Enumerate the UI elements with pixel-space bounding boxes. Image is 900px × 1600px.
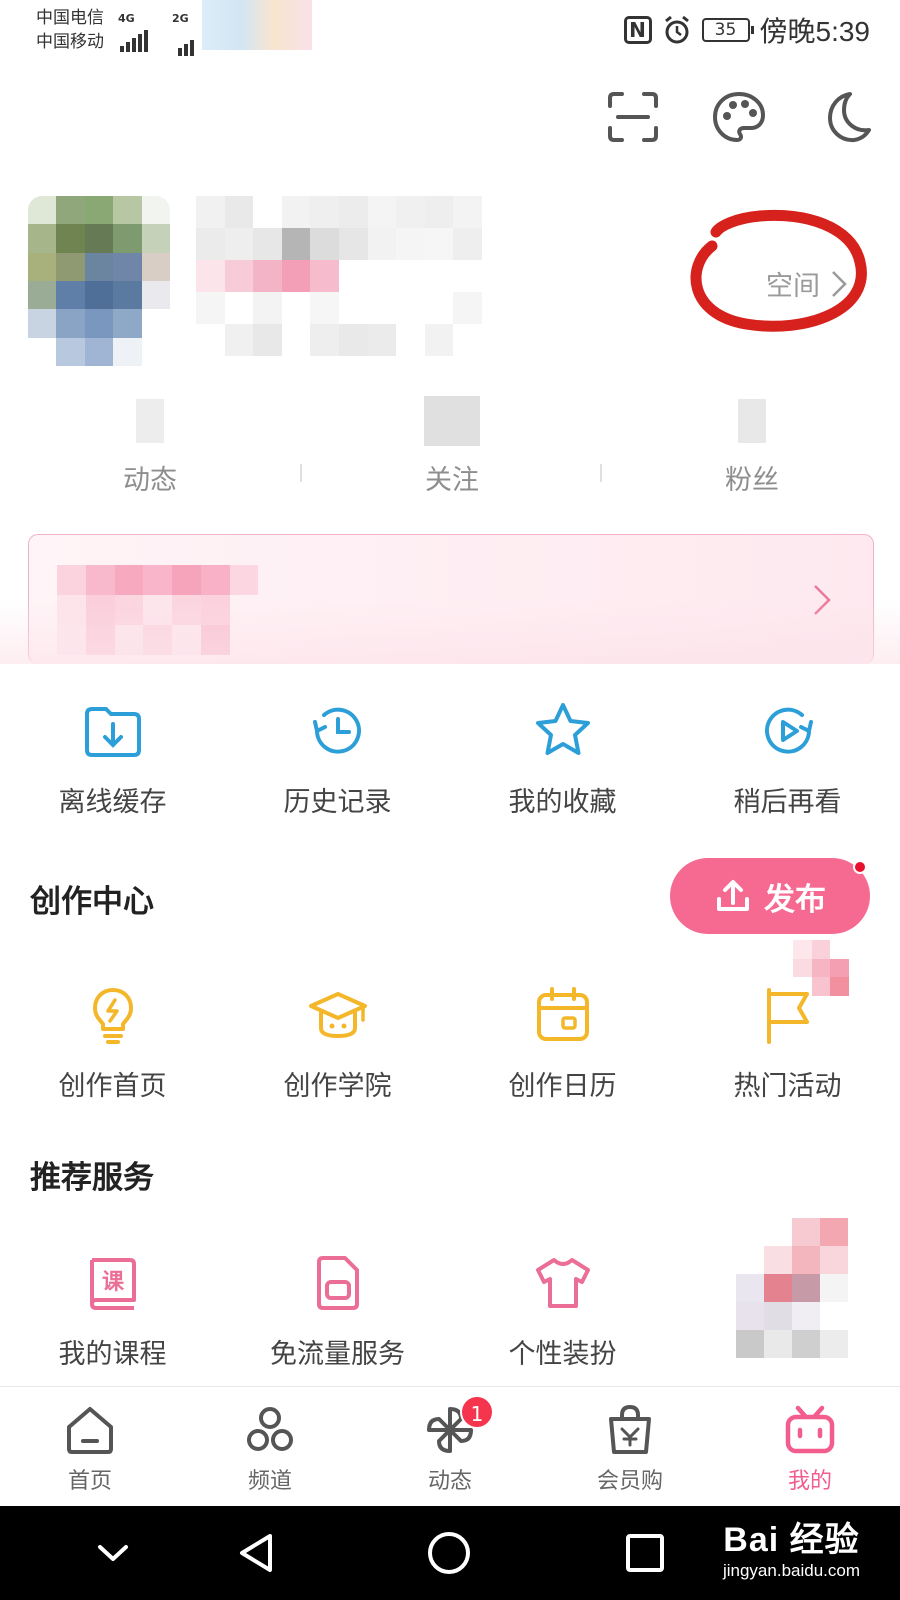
- shopping-bag-icon: [609, 1404, 651, 1454]
- notification-badge: 1: [460, 1395, 494, 1429]
- course-glyph: 课: [101, 1270, 124, 1295]
- publish-button[interactable]: 发布: [670, 858, 870, 934]
- stat-label: 关注: [425, 465, 479, 496]
- favorites-button[interactable]: 我的收藏: [450, 700, 675, 819]
- status-bar: 中国电信 中国移动 4G 2G N 35 傍晚5:39: [0, 0, 900, 62]
- my-courses-button[interactable]: 课 我的课程: [0, 1252, 225, 1371]
- star-icon: [535, 703, 590, 755]
- action-label: 稍后再看: [733, 787, 842, 818]
- battery-icon: 35: [701, 18, 754, 42]
- lightbulb-icon: [92, 988, 133, 1044]
- creation-home-button[interactable]: 创作首页: [0, 984, 225, 1103]
- services-title: 推荐服务: [30, 1160, 154, 1196]
- personal-dressup-button[interactable]: 个性装扮: [450, 1252, 675, 1371]
- stat-following[interactable]: 关注: [352, 392, 552, 497]
- history-button[interactable]: 历史记录: [225, 700, 450, 819]
- chevron-down-icon[interactable]: [88, 1528, 138, 1578]
- service-label: 个性装扮: [508, 1339, 617, 1370]
- service-label: 我的课程: [58, 1339, 167, 1370]
- data-free-service-button[interactable]: 免流量服务: [225, 1252, 450, 1371]
- offline-cache-button[interactable]: 离线缓存: [0, 700, 225, 819]
- creation-calendar-button[interactable]: 创作日历: [450, 984, 675, 1103]
- banner-fade: [0, 600, 900, 664]
- graduation-cap-icon: [308, 992, 367, 1039]
- stat-dynamics[interactable]: 动态: [50, 392, 250, 497]
- avatar[interactable]: [28, 196, 170, 366]
- watermark-logo-text: Bai 经验: [723, 1521, 860, 1559]
- nfc-icon: N: [623, 16, 652, 44]
- creation-label: 创作首页: [58, 1071, 167, 1102]
- course-book-icon: 课: [89, 1258, 136, 1310]
- annotation-circle: [690, 209, 867, 332]
- alarm-icon: [664, 15, 689, 44]
- tv-mascot-icon: [785, 1405, 835, 1454]
- tab-label: 动态: [427, 1469, 472, 1494]
- back-icon[interactable]: [232, 1528, 282, 1578]
- carrier-info: 中国电信 中国移动: [36, 6, 104, 54]
- recents-icon[interactable]: [620, 1528, 670, 1578]
- moon-icon[interactable]: [816, 88, 874, 146]
- home-circle-icon[interactable]: [424, 1528, 474, 1578]
- tab-vip-shop[interactable]: 会员购: [540, 1387, 720, 1506]
- tab-label: 我的: [787, 1469, 832, 1494]
- tshirt-icon: [535, 1258, 590, 1308]
- action-label: 我的收藏: [508, 787, 617, 818]
- flag-icon: [766, 988, 809, 1044]
- bottom-tab-bar: 首页 频道 1 动态 会员购 我的: [0, 1386, 900, 1506]
- network-type-2: 2G: [172, 12, 189, 25]
- stat-fans[interactable]: 粉丝: [652, 392, 852, 497]
- creation-academy-button[interactable]: 创作学院: [225, 984, 450, 1103]
- watch-later-button[interactable]: 稍后再看: [675, 700, 900, 819]
- action-label: 历史记录: [283, 787, 392, 818]
- action-label: 离线缓存: [58, 787, 167, 818]
- tab-label: 频道: [247, 1469, 292, 1494]
- scan-icon[interactable]: [604, 88, 662, 146]
- creation-label: 创作日历: [508, 1071, 617, 1102]
- hot-events-button[interactable]: 热门活动: [675, 984, 900, 1103]
- signal-strength-icon: [120, 22, 148, 52]
- palette-icon[interactable]: [710, 88, 768, 146]
- notification-dot: [853, 860, 867, 874]
- upload-icon: [717, 880, 749, 911]
- publish-label: 发布: [764, 881, 826, 918]
- tab-channels[interactable]: 频道: [180, 1387, 360, 1506]
- redacted-status-area: [202, 0, 312, 50]
- service-label: 免流量服务: [270, 1339, 405, 1370]
- tab-label: 首页: [67, 1469, 112, 1494]
- stat-label: 动态: [123, 465, 177, 496]
- creation-label: 创作学院: [283, 1071, 392, 1102]
- home-icon: [67, 1407, 113, 1454]
- stat-label: 粉丝: [725, 465, 779, 496]
- tab-dynamics[interactable]: 1 动态: [360, 1387, 540, 1506]
- redacted-service-tile: [736, 1218, 848, 1358]
- signal-strength-icon-2: [178, 26, 194, 56]
- history-clock-icon: [312, 707, 361, 754]
- creation-row: 创作首页 创作学院 创作日历 热门活动: [0, 984, 900, 1103]
- tab-home[interactable]: 首页: [0, 1387, 180, 1506]
- watermark-url: jingyan.baidu.com: [722, 1561, 860, 1580]
- stat-divider: [300, 464, 302, 482]
- channels-icon: [247, 1407, 293, 1451]
- tab-label: 会员购: [596, 1469, 663, 1494]
- download-folder-icon: [84, 707, 141, 757]
- sim-card-icon: [316, 1256, 359, 1310]
- clock: 傍晚5:39: [759, 16, 871, 47]
- carrier-1: 中国电信: [36, 8, 104, 28]
- stat-divider: [600, 464, 602, 482]
- carrier-2: 中国移动: [36, 32, 104, 52]
- watch-later-icon: [764, 707, 813, 754]
- creation-label: 热门活动: [733, 1071, 842, 1102]
- baidu-jingyan-watermark: Bai 经验 jingyan.baidu.com: [723, 1512, 860, 1581]
- calendar-icon: [536, 987, 589, 1041]
- quick-actions-row: 离线缓存 历史记录 我的收藏 稍后再看: [0, 700, 900, 819]
- tab-mine[interactable]: 我的: [720, 1387, 900, 1506]
- redacted-username: [196, 196, 482, 356]
- creation-center-title: 创作中心: [30, 884, 154, 920]
